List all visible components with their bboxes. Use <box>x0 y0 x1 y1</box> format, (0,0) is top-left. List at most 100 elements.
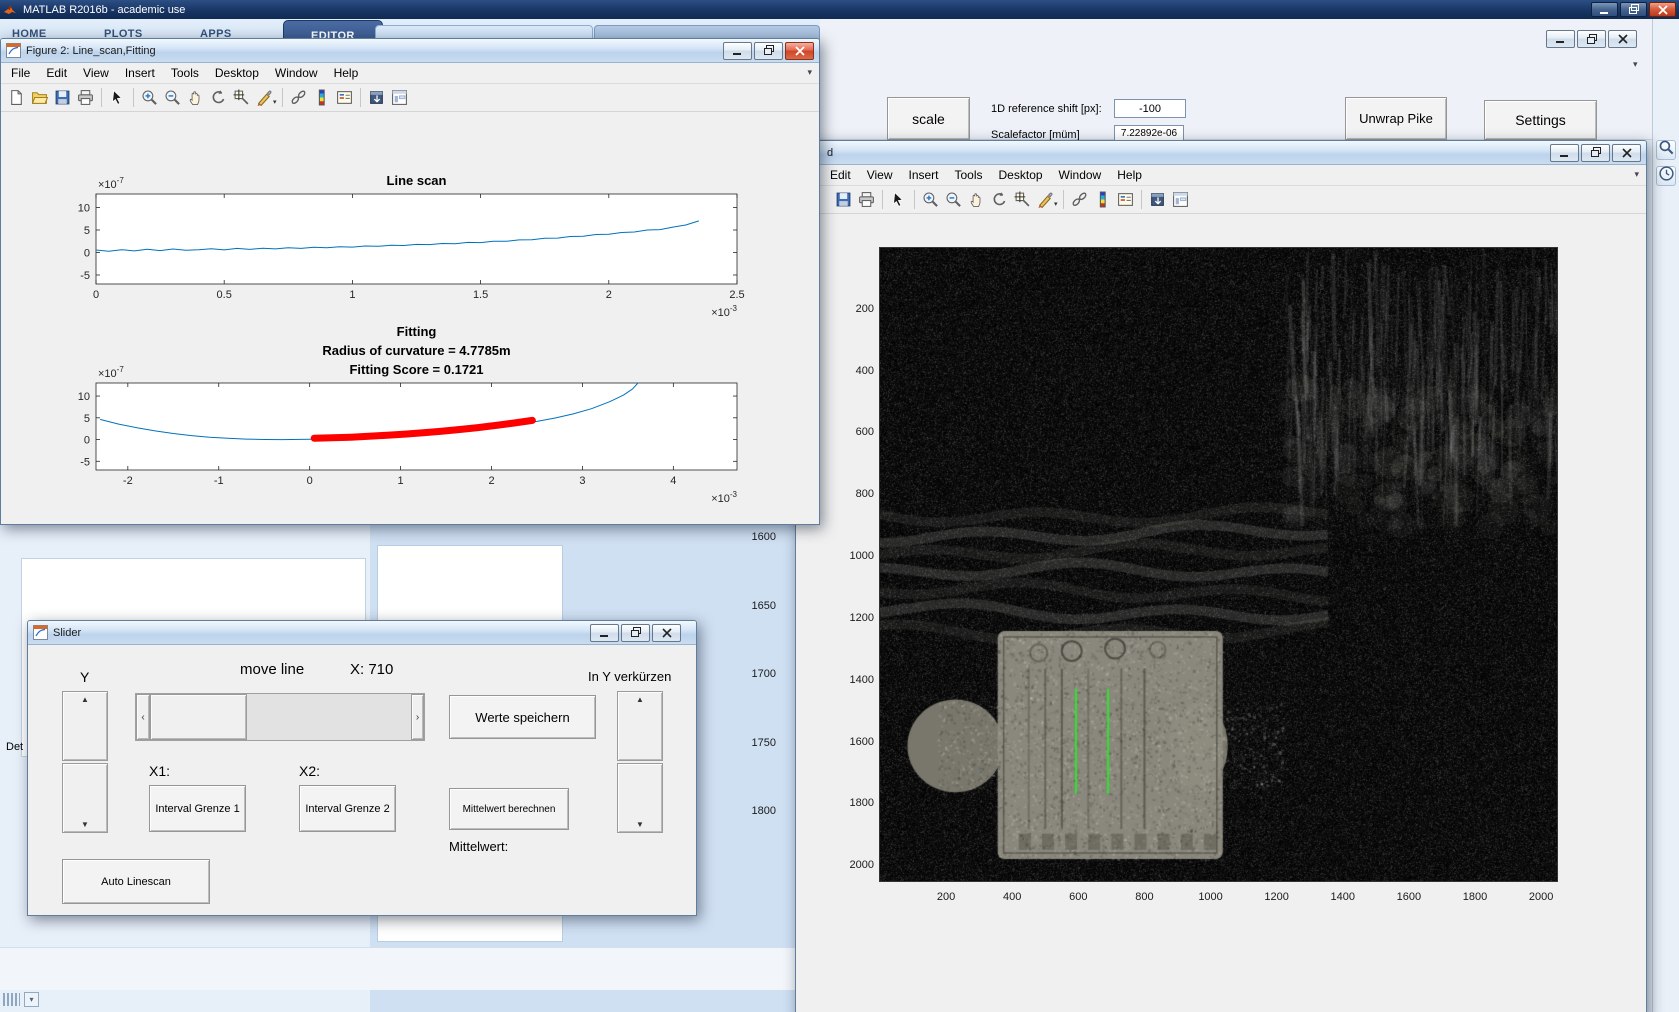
y-slider[interactable]: ▲ ▼ <box>62 691 108 833</box>
figure2-menu-view[interactable]: View <box>75 63 117 83</box>
show-plot-tools-icon[interactable] <box>1169 188 1192 211</box>
figure2-menu-help[interactable]: Help <box>326 63 367 83</box>
zoom-out-icon[interactable] <box>942 188 965 211</box>
zoom-out-icon[interactable] <box>161 86 184 109</box>
shorten-up-button[interactable]: ▲ <box>617 691 663 761</box>
dock-figure-icon[interactable] <box>1146 188 1169 211</box>
print-icon[interactable] <box>74 86 97 109</box>
zoom-in-icon[interactable] <box>138 86 161 109</box>
maximize-button[interactable] <box>621 624 650 642</box>
image-xtick-label: 1000 <box>1193 891 1229 903</box>
restore-button[interactable] <box>1577 30 1606 48</box>
background-figure-ytick: 1650 <box>736 600 776 612</box>
pointer-icon[interactable] <box>106 86 129 109</box>
history-button[interactable] <box>1656 166 1676 186</box>
resize-grip[interactable] <box>3 993 20 1006</box>
image-figure-menu-desktop[interactable]: Desktop <box>991 165 1051 185</box>
unwrap-pike-button[interactable]: Unwrap Pike <box>1345 97 1447 140</box>
insert-colorbar-icon[interactable] <box>1091 188 1114 211</box>
data-cursor-icon[interactable] <box>230 86 253 109</box>
shorten-y-slider[interactable]: ▲ ▼ <box>617 691 663 833</box>
maximize-button[interactable] <box>1581 144 1610 162</box>
brush-dropdown-icon[interactable]: ▾ <box>1054 200 1058 208</box>
triangle-up-icon: ▲ <box>81 695 89 704</box>
interval-grenze-1-button[interactable]: Interval Grenze 1 <box>149 785 246 832</box>
figure-icon <box>33 625 48 640</box>
show-plot-tools-icon[interactable] <box>388 86 411 109</box>
slider-titlebar[interactable]: Slider <box>28 621 696 645</box>
x-slider-track[interactable] <box>247 694 411 740</box>
image-figure-menu-view[interactable]: View <box>859 165 901 185</box>
open-file-icon[interactable] <box>28 86 51 109</box>
pointer-icon[interactable] <box>887 188 910 211</box>
insert-legend-icon[interactable] <box>1114 188 1137 211</box>
close-button[interactable] <box>1608 30 1637 48</box>
close-button[interactable] <box>1649 2 1676 17</box>
ref-shift-input[interactable] <box>1114 99 1186 118</box>
close-button[interactable] <box>785 42 814 60</box>
rotate-3d-icon[interactable] <box>207 86 230 109</box>
x-slider[interactable]: ‹ › <box>135 693 425 741</box>
search-icon <box>1658 139 1675 161</box>
figure2-menu-insert[interactable]: Insert <box>117 63 163 83</box>
image-xtick-label: 1600 <box>1391 891 1427 903</box>
data-cursor-icon[interactable] <box>1011 188 1034 211</box>
save-icon[interactable] <box>51 86 74 109</box>
minimize-button[interactable] <box>1546 30 1575 48</box>
shorten-down-button[interactable]: ▼ <box>617 763 663 833</box>
insert-colorbar-icon[interactable] <box>310 86 333 109</box>
insert-legend-icon[interactable] <box>333 86 356 109</box>
mittelwert-berechnen-button[interactable]: Mittelwert berechnen <box>449 788 569 830</box>
interval-grenze-2-button[interactable]: Interval Grenze 2 <box>299 785 396 832</box>
save-icon[interactable] <box>832 188 855 211</box>
auto-linescan-button[interactable]: Auto Linescan <box>62 859 210 904</box>
new-file-icon[interactable] <box>5 86 28 109</box>
figure2-plot-area: 00.511.522.5-50510Line scan×10-7×10-3-2-… <box>2 112 819 525</box>
save-values-button[interactable]: Werte speichern <box>449 695 596 739</box>
minimize-button[interactable] <box>1550 144 1579 162</box>
figure2-menu-tools[interactable]: Tools <box>163 63 207 83</box>
restore-button[interactable] <box>1620 2 1647 17</box>
close-button[interactable] <box>652 624 681 642</box>
image-figure-menu-tools[interactable]: Tools <box>947 165 991 185</box>
x-slider-right-arrow[interactable]: › <box>411 694 424 740</box>
image-figure-menu-window[interactable]: Window <box>1051 165 1110 185</box>
matlab-titlebar[interactable]: MATLAB R2016b - academic use <box>0 0 1679 19</box>
x-slider-thumb[interactable] <box>150 694 247 740</box>
zoom-in-icon[interactable] <box>919 188 942 211</box>
pan-icon[interactable] <box>184 86 207 109</box>
figure2-titlebar[interactable]: Figure 2: Line_scan,Fitting <box>1 39 819 63</box>
dock-figure-icon[interactable] <box>365 86 388 109</box>
dock-figure-arrow-icon[interactable]: ▾ <box>807 67 812 78</box>
image-figure-menu-help[interactable]: Help <box>1109 165 1150 185</box>
figure2-menu-edit[interactable]: Edit <box>38 63 75 83</box>
link-plots-icon[interactable] <box>287 86 310 109</box>
brush-dropdown-icon[interactable]: ▾ <box>273 98 277 106</box>
figure2-menu-file[interactable]: File <box>3 63 38 83</box>
minimize-button[interactable] <box>1591 2 1618 17</box>
x-slider-left-arrow[interactable]: ‹ <box>136 694 150 740</box>
x1-label: X1: <box>149 763 170 779</box>
minimize-button[interactable] <box>590 624 619 642</box>
dock-arrow-icon[interactable]: ▾ <box>1633 59 1638 70</box>
print-icon[interactable] <box>855 188 878 211</box>
figure2-menu-desktop[interactable]: Desktop <box>207 63 267 83</box>
link-plots-icon[interactable] <box>1068 188 1091 211</box>
settings-button[interactable]: Settings <box>1484 100 1597 140</box>
y-label: Y <box>80 669 89 685</box>
image-figure-menu-insert[interactable]: Insert <box>900 165 946 185</box>
pan-icon[interactable] <box>965 188 988 211</box>
dock-figure-arrow-icon[interactable]: ▾ <box>1634 169 1639 180</box>
minimize-button[interactable] <box>723 42 752 60</box>
figure2-menu-window[interactable]: Window <box>267 63 326 83</box>
rotate-3d-icon[interactable] <box>988 188 1011 211</box>
maximize-button[interactable] <box>754 42 783 60</box>
grip-dropdown[interactable]: ▾ <box>24 992 39 1007</box>
y-slider-down-button[interactable]: ▼ <box>62 763 108 833</box>
scale-button[interactable]: scale <box>887 97 970 140</box>
search-button[interactable] <box>1656 140 1676 160</box>
image-figure-titlebar[interactable]: d <box>796 141 1646 165</box>
image-figure-menu-edit[interactable]: Edit <box>822 165 859 185</box>
y-slider-up-button[interactable]: ▲ <box>62 691 108 761</box>
close-button[interactable] <box>1612 144 1641 162</box>
